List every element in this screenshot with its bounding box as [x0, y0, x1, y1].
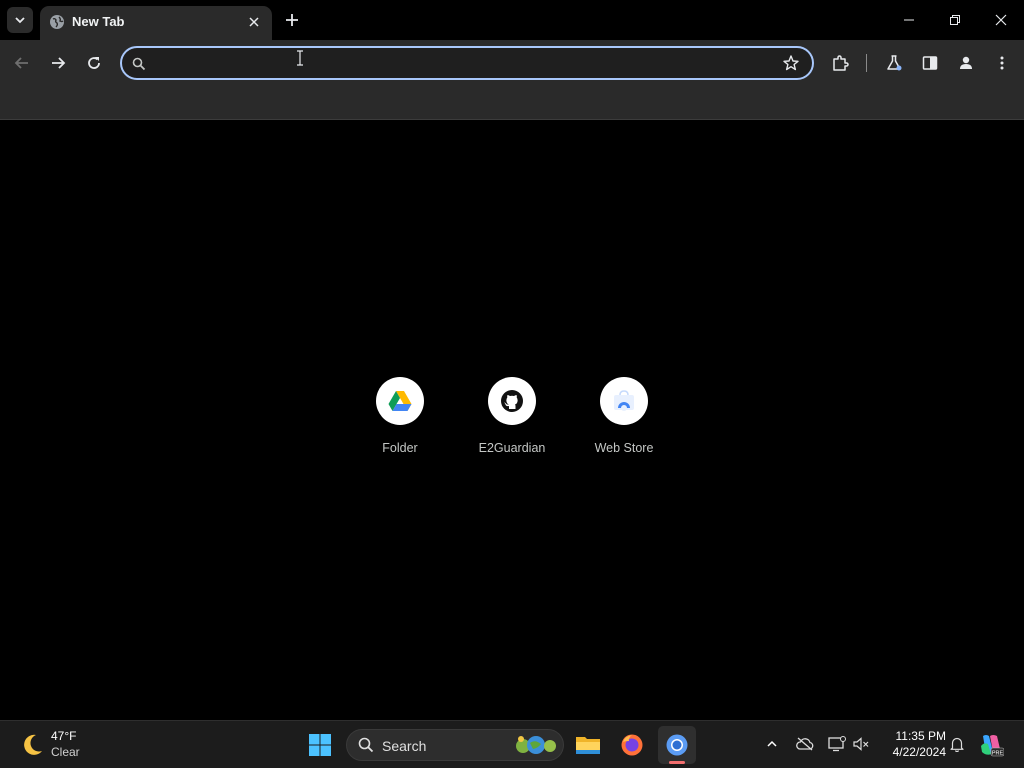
bookmarks-bar: [0, 86, 1024, 120]
tab-search-button[interactable]: [7, 7, 33, 33]
copilot-icon: PRE: [981, 735, 1004, 756]
active-app-indicator: [669, 761, 685, 764]
extensions-button[interactable]: [828, 51, 852, 75]
windows-icon: [309, 734, 331, 756]
network-tray-button[interactable]: [824, 731, 850, 757]
reload-icon: [88, 57, 100, 69]
search-highlight-icon: [516, 736, 556, 754]
start-button[interactable]: [301, 726, 339, 764]
puzzle-icon: [833, 55, 849, 71]
volume-tray-button[interactable]: [848, 731, 874, 757]
clock[interactable]: 11:35 PM 4/22/2024: [880, 728, 946, 760]
arrow-right-icon: [52, 57, 66, 69]
globe-icon: [50, 15, 64, 29]
taskbar-search-label: Search: [382, 738, 427, 754]
weather-temp: 47°F: [51, 729, 77, 743]
restore-button[interactable]: [932, 0, 978, 40]
close-icon: [995, 14, 1007, 26]
plus-icon: [286, 14, 298, 26]
text-cursor-icon: [297, 50, 303, 66]
chevron-down-icon: [15, 17, 25, 24]
address-input[interactable]: [154, 53, 774, 73]
onedrive-tray-button[interactable]: [792, 731, 818, 757]
shortcut-folder[interactable]: Folder: [352, 377, 448, 467]
side-panel-icon: [922, 56, 938, 70]
close-window-button[interactable]: [978, 0, 1024, 40]
weather-widget[interactable]: 47°F Clear: [16, 727, 116, 763]
back-button[interactable]: [8, 49, 36, 77]
menu-button[interactable]: [990, 51, 1014, 75]
copilot-button[interactable]: PRE: [972, 726, 1010, 764]
new-tab-button[interactable]: [280, 8, 304, 32]
github-icon: [501, 390, 523, 412]
more-vertical-icon: [1000, 56, 1004, 70]
shortcut-icon-circle: [376, 377, 424, 425]
shortcut-web-store[interactable]: Web Store: [576, 377, 672, 467]
chevron-up-icon: [767, 740, 777, 747]
shortcut-icon-circle: [600, 377, 648, 425]
reload-button[interactable]: [80, 49, 108, 77]
address-bar[interactable]: [120, 46, 814, 80]
new-tab-page: Folder E2Guardian Web Store: [0, 121, 1024, 720]
notifications-button[interactable]: [944, 731, 970, 757]
firefox-icon: [621, 734, 643, 756]
folder-icon: [576, 737, 600, 754]
restore-icon: [950, 15, 960, 25]
moon-icon: [24, 734, 42, 755]
minimize-button[interactable]: [886, 0, 932, 40]
shortcut-icon-circle: [488, 377, 536, 425]
toolbar-divider: [866, 54, 867, 72]
search-icon: [358, 737, 374, 753]
side-panel-button[interactable]: [918, 51, 942, 75]
bookmark-star-icon[interactable]: [782, 54, 800, 72]
taskbar-file-explorer[interactable]: [569, 726, 607, 764]
shortcut-label: Folder: [382, 441, 418, 455]
minimize-icon: [904, 19, 914, 21]
taskbar-search[interactable]: Search: [346, 729, 564, 761]
bell-icon: [950, 737, 964, 752]
flask-icon: [887, 55, 902, 71]
chrome-icon: [666, 734, 688, 756]
tab-close-button[interactable]: [244, 12, 264, 32]
volume-muted-icon: [853, 737, 869, 751]
forward-button[interactable]: [44, 49, 72, 77]
shortcut-e2guardian[interactable]: E2Guardian: [464, 377, 560, 467]
shortcut-label: Web Store: [594, 441, 654, 455]
taskbar: 47°F Clear Search 11:35 PM 4/22/2024 PRE: [0, 720, 1024, 768]
taskbar-chrome[interactable]: [658, 726, 696, 764]
taskbar-firefox[interactable]: [613, 726, 651, 764]
network-icon: [828, 736, 846, 752]
google-drive-icon: [388, 391, 412, 411]
cloud-off-icon: [796, 737, 814, 751]
web-store-icon: [614, 390, 634, 411]
labs-button[interactable]: [882, 51, 906, 75]
svg-text:PRE: PRE: [992, 750, 1004, 756]
search-icon: [132, 57, 146, 71]
arrow-left-icon: [14, 57, 28, 69]
tab-new-tab[interactable]: New Tab: [40, 6, 272, 40]
clock-date: 4/22/2024: [892, 745, 946, 759]
clock-time: 11:35 PM: [895, 729, 946, 743]
person-icon: [960, 56, 972, 69]
shortcut-label: E2Guardian: [478, 441, 546, 455]
title-bar: New Tab: [0, 0, 1024, 40]
tab-title: New Tab: [72, 14, 125, 29]
browser-toolbar: [0, 40, 1024, 86]
close-icon: [249, 17, 259, 27]
profile-button[interactable]: [954, 51, 978, 75]
show-hidden-icons-button[interactable]: [759, 731, 785, 757]
weather-condition: Clear: [51, 745, 80, 759]
